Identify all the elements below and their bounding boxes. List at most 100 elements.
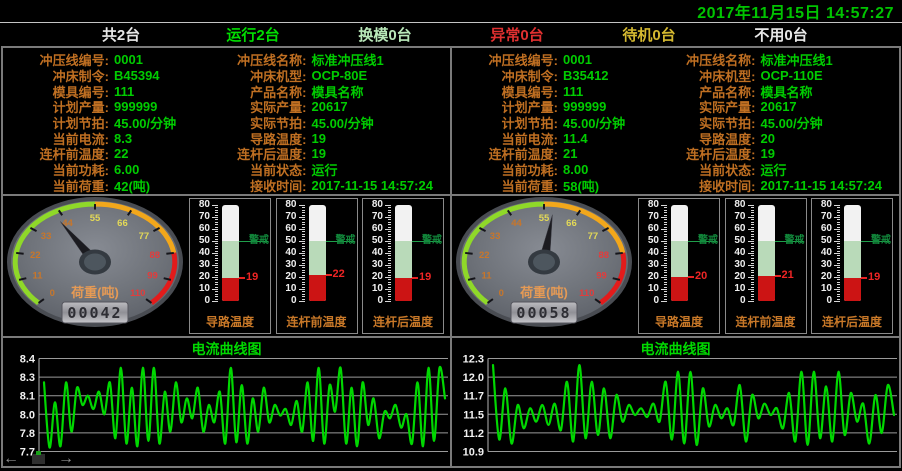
svg-text:8.0: 8.0 [20, 409, 35, 421]
thermometer-group: 80706050403020100警戒19导路温度807060504030201… [187, 198, 450, 334]
info-value: 2017-11-15 14:57:24 [761, 178, 882, 193]
info-value: 45.00/分钟 [761, 113, 823, 132]
svg-text:12.3: 12.3 [463, 355, 484, 366]
svg-text:110: 110 [579, 288, 594, 299]
load-gauge: 0112233445566778899110荷重(吨)00042 [3, 196, 187, 336]
thermometer-tube [844, 205, 861, 301]
svg-text:11.7: 11.7 [463, 391, 484, 403]
thermometer: 80706050403020100警戒20导路温度 [638, 198, 720, 334]
info-value: 运行 [761, 160, 787, 179]
thermometer-label: 导路温度 [190, 313, 270, 330]
current-curve [44, 367, 445, 448]
status-item-0: 共2台 [55, 24, 187, 45]
back-arrow-icon[interactable]: ← [3, 452, 19, 466]
info-value: 19 [312, 131, 326, 146]
status-item-2: 换模0台 [319, 24, 451, 45]
info-value: 标准冲压线1 [312, 50, 384, 69]
info-value: 标准冲压线1 [761, 50, 833, 69]
thermometer-value: 19 [868, 272, 880, 283]
svg-text:33: 33 [41, 231, 52, 242]
thermometer-label: 连杆前温度 [277, 313, 357, 330]
thermometer-value: 19 [419, 272, 431, 283]
thermometer-tube [222, 205, 239, 301]
info-label: 当前荷重: [452, 176, 558, 195]
info-value: 运行 [312, 160, 338, 179]
svg-text:0: 0 [50, 288, 55, 299]
datetime: 2017年11月15日 14:57:27 [697, 0, 894, 23]
current-curve-chart: 12.312.011.711.511.210.9 [452, 355, 899, 461]
thermometer-group: 80706050403020100警戒20导路温度807060504030201… [636, 198, 899, 334]
thermometer-value: 19 [246, 272, 258, 283]
main-area: 冲压线编号:0001冲床制令:B45394模具编号:111计划产量:999999… [1, 46, 901, 468]
current-chart-panel: 电流曲线图 12.312.011.711.511.210.9 [452, 338, 899, 466]
svg-text:12.0: 12.0 [463, 372, 484, 384]
window-icon[interactable] [32, 454, 45, 464]
press-line-panel-2: 冲压线编号:0001冲床制令:B35412模具编号:111计划产量:999999… [452, 48, 899, 466]
nav-controls: ← → [3, 452, 74, 466]
warning-label: 警戒 [871, 235, 891, 246]
info-value: 45.00/分钟 [114, 113, 176, 132]
svg-text:66: 66 [117, 218, 128, 229]
svg-text:44: 44 [62, 218, 73, 229]
info-row: 当前荷重:58(吨) [452, 178, 676, 194]
warning-label: 警戒 [422, 235, 442, 246]
thermometer-label: 连杆后温度 [363, 313, 443, 330]
info-value: 2017-11-15 14:57:24 [312, 178, 433, 193]
svg-text:8.3: 8.3 [20, 372, 35, 384]
info-panel: 冲压线编号:0001冲床制令:B35412模具编号:111计划产量:999999… [452, 48, 899, 196]
svg-text:44: 44 [511, 218, 522, 229]
thermometer-tube [395, 205, 412, 301]
svg-text:8.1: 8.1 [20, 391, 35, 403]
svg-text:11.2: 11.2 [463, 428, 484, 440]
thermometer-value: 20 [695, 271, 707, 282]
info-value: B35412 [563, 68, 609, 83]
info-row: 接收时间: 2017-11-15 14:57:24 [676, 178, 900, 194]
thermometer-tube [671, 205, 688, 301]
info-value: 111 [563, 84, 583, 99]
status-row: 共2台运行2台换模0台异常0台待机0台不用0台 [0, 23, 902, 45]
svg-text:11: 11 [481, 271, 492, 282]
info-value: 111 [114, 84, 134, 99]
info-value: 0001 [563, 52, 592, 67]
status-item-1: 运行2台 [187, 24, 319, 45]
svg-text:7.8: 7.8 [20, 428, 35, 440]
info-value: 8.3 [114, 131, 132, 146]
info-value: 11.4 [563, 131, 588, 146]
press-line-panel-1: 冲压线编号:0001冲床制令:B45394模具编号:111计划产量:999999… [3, 48, 452, 466]
svg-text:99: 99 [147, 271, 158, 282]
thermometer-value: 21 [782, 270, 794, 281]
hmi-dashboard: 2017年11月15日 14:57:27 共2台运行2台换模0台异常0台待机0台… [0, 0, 902, 471]
info-label: 接收时间: [676, 176, 756, 195]
info-value: 模具名称 [312, 82, 364, 101]
svg-text:55: 55 [90, 213, 101, 224]
svg-text:66: 66 [566, 218, 577, 229]
svg-text:110: 110 [130, 288, 145, 299]
svg-text:33: 33 [490, 231, 501, 242]
warning-label: 警戒 [249, 235, 269, 246]
svg-text:22: 22 [479, 250, 490, 261]
chart-title: 电流曲线图 [452, 338, 899, 355]
thermometer-value: 22 [333, 269, 345, 280]
info-value: 22 [114, 146, 128, 161]
load-gauge: 0112233445566778899110荷重(吨)00058 [452, 196, 636, 336]
info-panel: 冲压线编号:0001冲床制令:B45394模具编号:111计划产量:999999… [3, 48, 450, 196]
svg-text:11: 11 [32, 271, 43, 282]
warning-label: 警戒 [336, 235, 356, 246]
gauge-and-thermometers: 0112233445566778899110荷重(吨)00058 8070605… [452, 196, 899, 338]
status-item-3: 异常0台 [451, 24, 583, 45]
svg-text:99: 99 [596, 271, 607, 282]
thermometer-tube [758, 205, 775, 301]
status-item-5: 不用0台 [715, 24, 847, 45]
gauge-odometer: 00058 [516, 304, 571, 322]
thermometer: 80706050403020100警戒19连杆后温度 [362, 198, 444, 334]
thermometer: 80706050403020100警戒21连杆前温度 [725, 198, 807, 334]
warning-label: 警戒 [785, 235, 805, 246]
svg-text:0: 0 [499, 288, 504, 299]
warning-label: 警戒 [698, 235, 718, 246]
gauge-and-thermometers: 0112233445566778899110荷重(吨)00042 8070605… [3, 196, 450, 338]
thermometer-label: 连杆前温度 [726, 313, 806, 330]
info-label: 当前荷重: [3, 176, 109, 195]
info-label: 接收时间: [227, 176, 307, 195]
svg-text:8.4: 8.4 [20, 355, 36, 366]
forward-arrow-icon[interactable]: → [58, 452, 74, 466]
